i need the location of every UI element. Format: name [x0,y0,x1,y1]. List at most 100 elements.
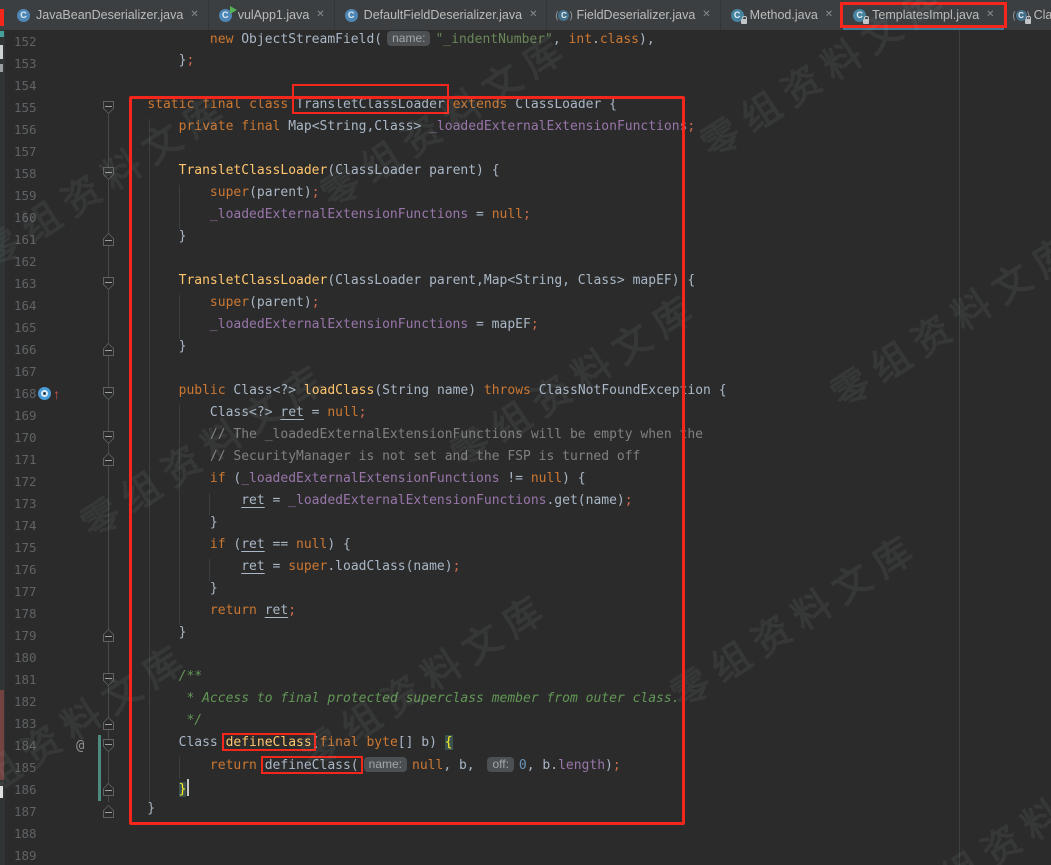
code-editor[interactable]: 152 new ObjectStreamField(name:"_indentN… [0,30,1051,865]
fold-end-icon[interactable] [103,805,114,818]
code-line-179[interactable]: 179 } [0,625,1051,647]
code-line-175[interactable]: 175 if (ret == null) { [0,537,1051,559]
line-number: 160 [14,210,37,225]
fold-collapse-icon[interactable] [103,277,114,290]
fold-end-icon[interactable] [103,629,114,642]
line-number: 171 [14,452,37,467]
code-line-161[interactable]: 161 } [0,229,1051,251]
code-line-154[interactable]: 154 [0,75,1051,97]
tab-close-icon[interactable]: ✕ [825,10,833,20]
code-line-170[interactable]: 170 // The _loadedExternalExtensionFunct… [0,427,1051,449]
ide-window: CJavaBeanDeserializer.java✕CvulApp1.java… [0,0,1051,865]
code-line-189[interactable]: 189 [0,845,1051,865]
code-text: ret = _loadedExternalExtensionFunctions.… [116,493,633,515]
code-text: private final Map<String,Class> _loadedE… [116,119,695,141]
fold-collapse-icon[interactable] [103,387,114,400]
tab-close-icon[interactable]: ✕ [316,10,324,20]
code-line-184[interactable]: 184@ Class defineClass(final byte[] b) { [0,735,1051,757]
code-text: /** [116,669,202,691]
code-line-180[interactable]: 180 [0,647,1051,669]
text-caret [187,779,189,796]
code-line-157[interactable]: 157 [0,141,1051,163]
tab-Method.java[interactable]: CMethod.java✕ [721,0,844,30]
code-line-186[interactable]: 186 } [0,779,1051,801]
line-number: 167 [14,364,37,379]
code-line-181[interactable]: 181 /** [0,669,1051,691]
tab-vulApp1.java[interactable]: CvulApp1.java✕ [209,0,335,30]
code-text: ret = super.loadClass(name); [116,559,460,581]
code-line-165[interactable]: 165 _loadedExternalExtensionFunctions = … [0,317,1051,339]
code-line-155[interactable]: 155 static final class TransletClassLoad… [0,97,1051,119]
code-line-172[interactable]: 172 if (_loadedExternalExtensionFunction… [0,471,1051,493]
tab-label: DefaultFieldDeserializer.java [364,8,522,22]
tab-label: Class [1034,8,1051,22]
line-number: 155 [14,100,37,115]
line-number: 169 [14,408,37,423]
code-line-177[interactable]: 177 } [0,581,1051,603]
code-line-169[interactable]: 169 Class<?> ret = null; [0,405,1051,427]
code-line-182[interactable]: 182 * Access to final protected supercla… [0,691,1051,713]
code-line-185[interactable]: 185 return defineClass(name:null, b, off… [0,757,1051,779]
line-number: 179 [14,628,37,643]
line-number: 178 [14,606,37,621]
line-number: 183 [14,716,37,731]
code-line-187[interactable]: 187 } [0,801,1051,823]
code-text: // The _loadedExternalExtensionFunctions… [116,427,703,449]
tab-close-icon[interactable]: ✕ [529,10,537,20]
line-number: 159 [14,188,37,203]
code-line-166[interactable]: 166 } [0,339,1051,361]
code-line-160[interactable]: 160 _loadedExternalExtensionFunctions = … [0,207,1051,229]
code-text: } [116,581,218,603]
fold-collapse-icon[interactable] [103,101,114,114]
tab-DefaultFieldDeserializer.java[interactable]: C DefaultFieldDeserializer.java ✕ [335,0,548,30]
code-line-163[interactable]: 163 TransletClassLoader(ClassLoader pare… [0,273,1051,295]
fold-end-icon[interactable] [103,453,114,466]
code-line-173[interactable]: 173 ret = _loadedExternalExtensionFuncti… [0,493,1051,515]
code-line-156[interactable]: 156 private final Map<String,Class> _loa… [0,119,1051,141]
code-line-178[interactable]: 178 return ret; [0,603,1051,625]
fold-collapse-icon[interactable] [103,739,114,752]
code-line-158[interactable]: 158 TransletClassLoader(ClassLoader pare… [0,163,1051,185]
fold-end-icon[interactable] [103,233,114,246]
line-number: 184 [14,738,37,753]
class-icon: C [344,8,359,23]
code-line-188[interactable]: 188 [0,823,1051,845]
tab-close-icon[interactable]: ✕ [702,10,710,20]
tab-FieldDeserializer.java[interactable]: (C)FieldDeserializer.java✕ [547,0,720,30]
tab-close-icon[interactable]: ✕ [986,10,994,20]
code-line-176[interactable]: 176 ret = super.loadClass(name); [0,559,1051,581]
fold-collapse-icon[interactable] [103,167,114,180]
line-number: 174 [14,518,37,533]
overrides-method-icon[interactable] [38,387,51,400]
code-line-167[interactable]: 167 [0,361,1051,383]
code-line-152[interactable]: 152 new ObjectStreamField(name:"_indentN… [0,31,1051,53]
code-line-168[interactable]: 168↑ public Class<?> loadClass(String na… [0,383,1051,405]
fold-end-icon[interactable] [103,717,114,730]
annotation-at-icon: @ [76,736,84,756]
line-number: 188 [14,826,37,841]
editor-tab-bar: CJavaBeanDeserializer.java✕CvulApp1.java… [0,0,1051,30]
code-line-183[interactable]: 183 */ [0,713,1051,735]
tab-TemplatesImpl.java[interactable]: CTemplatesImpl.java✕ [843,0,1004,30]
run-overlay-icon [230,6,237,14]
tab-Class[interactable]: (C)Class [1005,0,1051,30]
code-line-164[interactable]: 164 super(parent); [0,295,1051,317]
line-number: 176 [14,562,37,577]
code-line-174[interactable]: 174 } [0,515,1051,537]
code-lines: 152 new ObjectStreamField(name:"_indentN… [0,31,1051,865]
code-text: TransletClassLoader(ClassLoader parent,M… [116,273,695,295]
tab-JavaBeanDeserializer.java[interactable]: CJavaBeanDeserializer.java✕ [7,0,209,30]
fold-collapse-icon[interactable] [103,431,114,444]
line-number: 180 [14,650,37,665]
tab-close-icon[interactable]: ✕ [190,10,198,20]
code-line-171[interactable]: 171 // SecurityManager is not set and th… [0,449,1051,471]
annotation-boxed-text: defineClass( [265,758,359,773]
code-line-159[interactable]: 159 super(parent); [0,185,1051,207]
code-line-162[interactable]: 162 [0,251,1051,273]
code-text: new ObjectStreamField(name:"_indentNumbe… [116,31,655,53]
code-line-153[interactable]: 153 }; [0,53,1051,75]
fold-collapse-icon[interactable] [103,673,114,686]
line-number: 189 [14,848,37,863]
fold-end-icon[interactable] [103,343,114,356]
fold-end-icon[interactable] [103,783,114,796]
